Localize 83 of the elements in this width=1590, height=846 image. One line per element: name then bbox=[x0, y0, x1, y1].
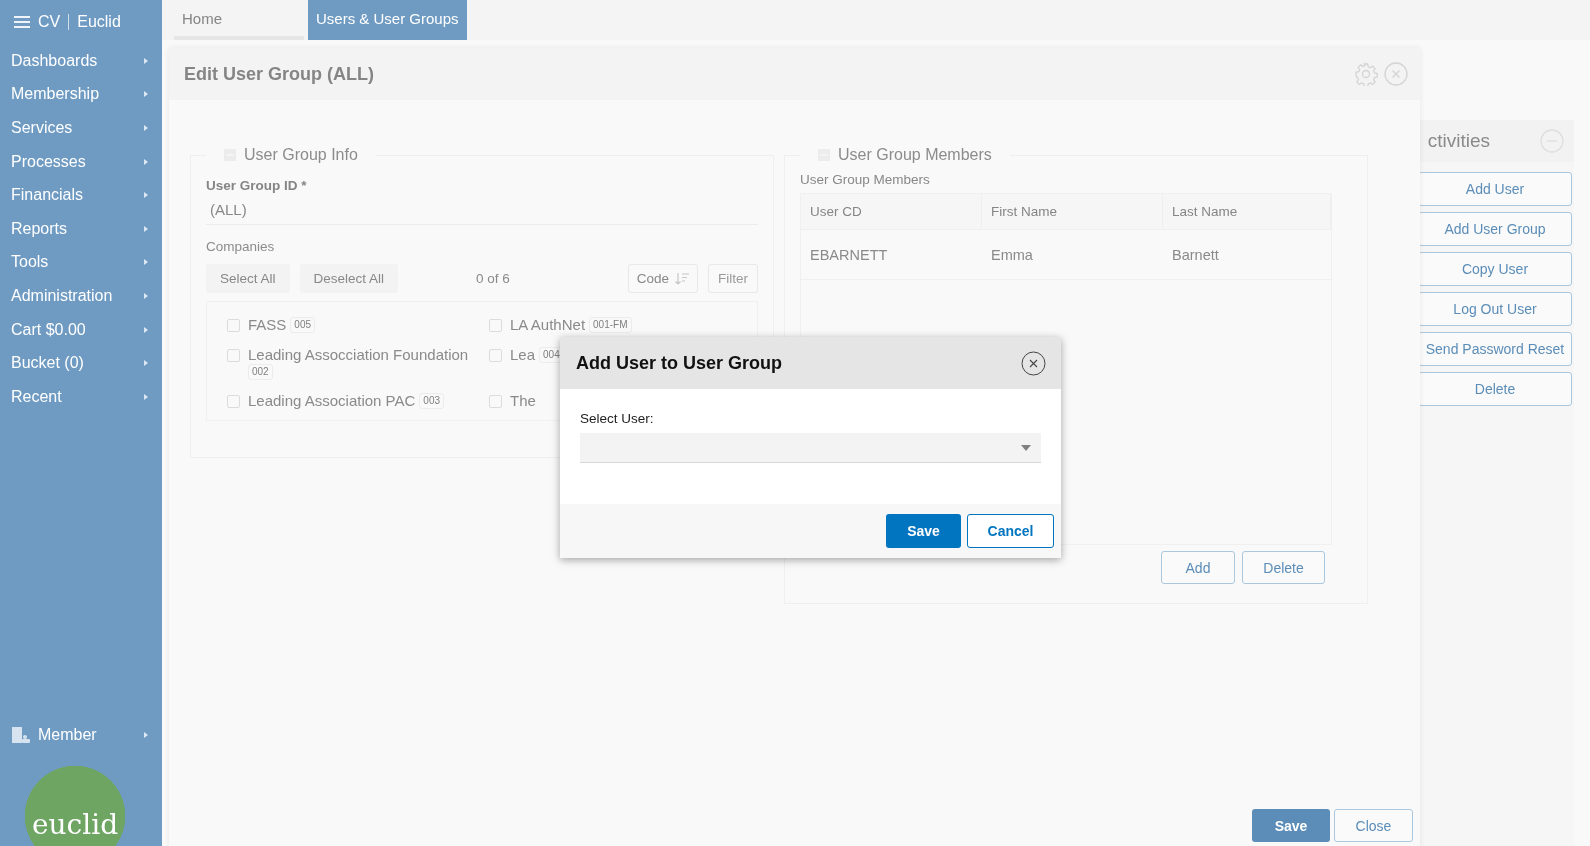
chevron-icon bbox=[144, 326, 148, 333]
company-code: 002 bbox=[248, 364, 273, 380]
sidebar-item[interactable]: Tools bbox=[0, 245, 162, 280]
company-code: 001-FM bbox=[589, 317, 632, 333]
sidebar-item[interactable]: Bucket (0) bbox=[0, 346, 162, 380]
checkbox[interactable] bbox=[489, 319, 502, 332]
save-button[interactable]: Save bbox=[886, 514, 961, 548]
filter-button[interactable]: Filter bbox=[708, 264, 758, 293]
table-label: User Group Members bbox=[800, 172, 931, 187]
table-cell: Emma bbox=[982, 230, 1163, 280]
logo: euclid bbox=[25, 766, 125, 846]
sidebar-item[interactable]: Membership bbox=[0, 77, 162, 112]
checkbox[interactable] bbox=[227, 319, 240, 332]
activity-button[interactable]: Add User Group bbox=[1418, 212, 1572, 246]
product-name: Euclid bbox=[77, 13, 121, 31]
column-header[interactable]: Last Name bbox=[1163, 194, 1331, 230]
menu-icon bbox=[14, 16, 30, 28]
section-title: User Group Members bbox=[838, 146, 992, 164]
sidebar-item[interactable]: Processes bbox=[0, 144, 162, 179]
field-label: Select User: bbox=[580, 411, 655, 426]
chevron-icon bbox=[144, 393, 148, 400]
checkbox[interactable] bbox=[489, 349, 502, 362]
activity-button[interactable]: Delete bbox=[1418, 372, 1572, 406]
select-all-button[interactable]: Select All bbox=[206, 264, 290, 293]
save-button[interactable]: Save bbox=[1252, 809, 1330, 842]
table-cell: Barnett bbox=[1163, 230, 1331, 280]
activity-button[interactable]: Send Password Reset bbox=[1418, 332, 1572, 366]
sidebar-item[interactable]: Member bbox=[0, 718, 162, 752]
chevron-icon bbox=[144, 158, 148, 165]
company-code: 003 bbox=[419, 393, 445, 409]
dialog-title: Edit User Group (ALL) bbox=[184, 63, 375, 85]
tab[interactable]: Users & User Groups bbox=[308, 0, 467, 40]
delete-button[interactable]: Delete bbox=[1242, 551, 1325, 584]
caret-icon bbox=[1021, 444, 1031, 451]
checkbox[interactable] bbox=[489, 395, 502, 408]
sidebar-item[interactable]: Reports bbox=[0, 211, 162, 246]
company-name: Lea bbox=[510, 346, 536, 364]
sidebar-item[interactable]: Administration bbox=[0, 279, 162, 313]
sort-button[interactable]: Code bbox=[627, 264, 698, 293]
sidebar-item[interactable]: Financials bbox=[0, 178, 162, 212]
add-button[interactable]: Add bbox=[1161, 551, 1235, 584]
column-header[interactable]: User CD bbox=[801, 194, 982, 230]
checkbox[interactable] bbox=[227, 395, 240, 408]
company-name: LA AuthNet bbox=[510, 316, 586, 334]
cancel-button[interactable]: Cancel bbox=[967, 514, 1054, 548]
field-label: Companies bbox=[206, 239, 276, 254]
activity-button[interactable]: Log Out User bbox=[1418, 292, 1572, 326]
company-name: The bbox=[510, 392, 536, 410]
close-icon[interactable] bbox=[1021, 350, 1046, 376]
sidebar-item[interactable]: Services bbox=[0, 111, 162, 145]
column-header[interactable]: First Name bbox=[982, 194, 1163, 230]
deselect-all-button[interactable]: Deselect All bbox=[299, 264, 399, 293]
company-code: 005 bbox=[290, 317, 316, 333]
sidebar-item[interactable]: Dashboards bbox=[0, 44, 162, 78]
field-label: User Group ID * bbox=[206, 178, 308, 193]
chevron-icon bbox=[144, 360, 148, 367]
chevron-icon bbox=[144, 192, 148, 199]
sort-icon bbox=[675, 272, 689, 285]
brand-name: CV bbox=[38, 13, 61, 31]
modal-title: Add User to User Group bbox=[576, 352, 783, 374]
chevron-icon bbox=[144, 259, 148, 266]
chevron-icon bbox=[144, 225, 148, 232]
company-name: Leading Association PAC bbox=[248, 392, 416, 410]
checkbox[interactable] bbox=[227, 349, 240, 362]
chevron-icon bbox=[144, 732, 148, 738]
close-button[interactable]: Close bbox=[1334, 809, 1413, 842]
selection-count: 0 of 6 bbox=[475, 271, 511, 286]
chevron-icon bbox=[144, 91, 148, 98]
sidebar-item[interactable]: Cart $0.00 bbox=[0, 312, 162, 347]
section-title: User Group Info bbox=[244, 146, 358, 164]
chevron-icon bbox=[144, 292, 148, 299]
activity-button[interactable]: Copy User bbox=[1418, 252, 1572, 286]
input-field[interactable]: (ALL) bbox=[206, 193, 758, 225]
company-name: Leading Assocciation Foundation bbox=[248, 346, 469, 364]
activity-button[interactable]: Add User bbox=[1418, 172, 1572, 206]
sidebar-item[interactable]: Recent bbox=[0, 379, 162, 414]
company-name: FASS bbox=[248, 316, 287, 334]
user-dropdown[interactable] bbox=[580, 433, 1041, 463]
table-cell: EBARNETT bbox=[801, 230, 982, 280]
panel-title: ctivities bbox=[1427, 130, 1490, 152]
chevron-icon bbox=[144, 125, 148, 131]
settings-icon[interactable] bbox=[1354, 62, 1378, 86]
chevron-icon bbox=[144, 57, 148, 64]
